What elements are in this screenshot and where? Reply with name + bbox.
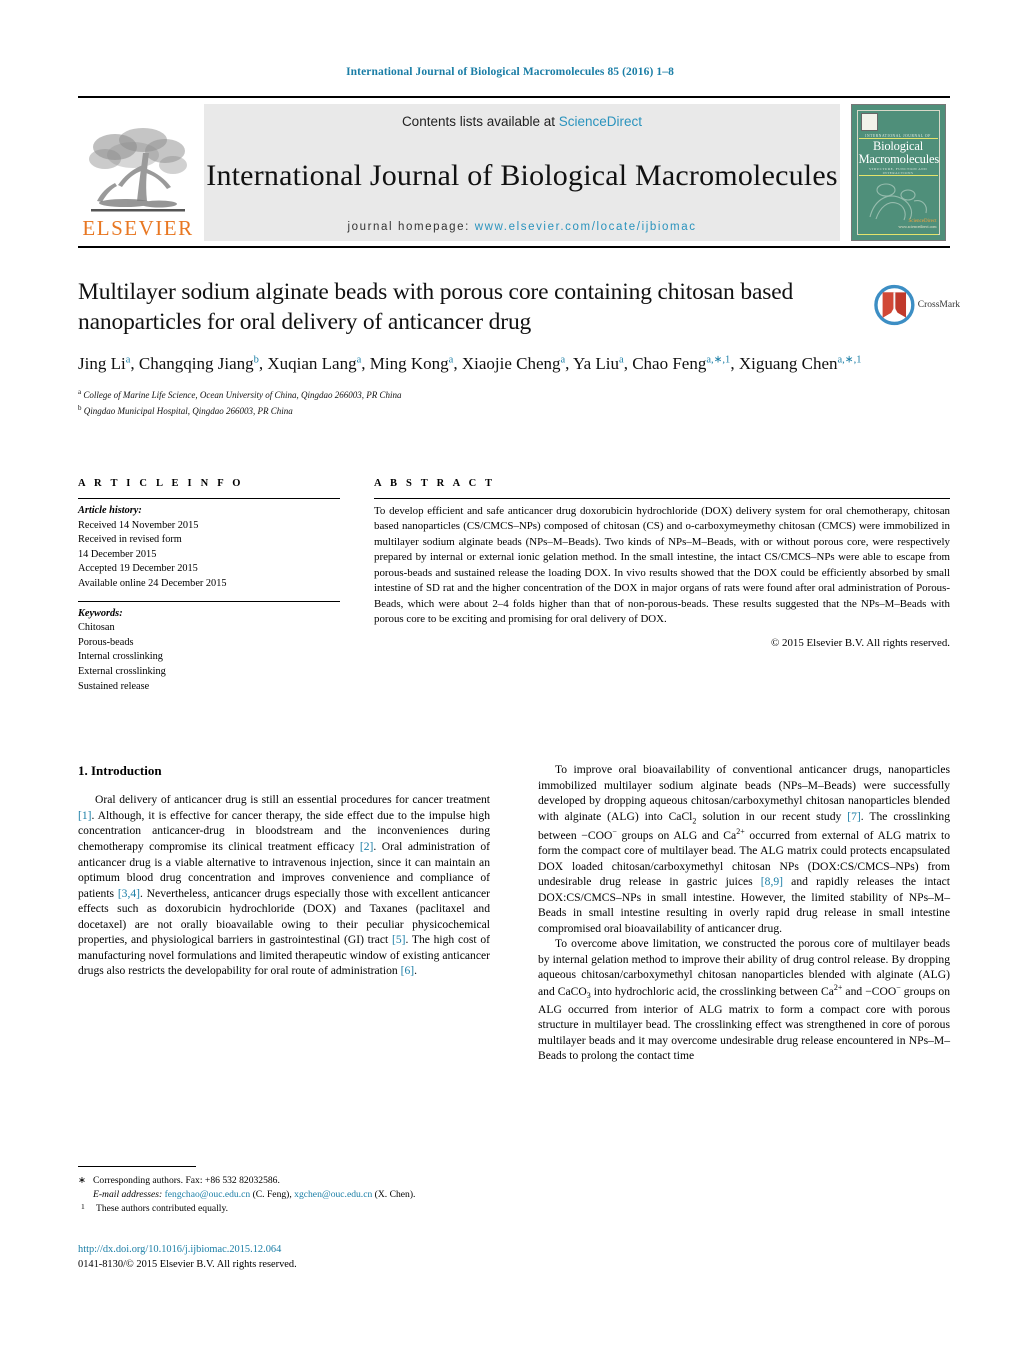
elsevier-tree-icon: [89, 128, 187, 212]
author-list: Jing Lia, Changqing Jiangb, Xuqian Langa…: [78, 353, 862, 373]
elsevier-wordmark: ELSEVIER: [82, 216, 194, 240]
sciencedirect-link[interactable]: ScienceDirect: [559, 114, 642, 129]
article-info-rule: [78, 498, 340, 499]
cover-subtitle: STRUCTURE, FUNCTION AND INTERACTIONS: [868, 167, 928, 175]
elsevier-logo: ELSEVIER: [78, 104, 198, 241]
section-heading-introduction: 1. Introduction: [78, 763, 162, 778]
cover-brand-url: www.sciencedirect.com: [898, 224, 937, 229]
email-label: E-mail addresses:: [93, 1188, 163, 1200]
affiliation-mark: b: [78, 403, 82, 412]
intro-paragraph-3: To overcome above limitation, we constru…: [538, 937, 950, 1063]
journal-homepage-link[interactable]: www.elsevier.com/locate/ijbiomac: [475, 221, 697, 233]
keyword-item: Sustained release: [78, 680, 150, 692]
email-link-feng[interactable]: fengchao@ouc.edu.cn: [165, 1189, 251, 1200]
affiliation-item: a College of Marine Life Science, Ocean …: [78, 387, 868, 403]
body-column-right: To improve oral bioavailability of conve…: [538, 762, 950, 1064]
footnote-corresponding-text: Corresponding authors. Fax: +86 532 8203…: [93, 1174, 490, 1202]
journal-homepage-line: journal homepage: www.elsevier.com/locat…: [347, 221, 696, 233]
footnote-equal-text: These authors contributed equally.: [96, 1202, 229, 1214]
keyword-item: Chitosan: [78, 622, 115, 634]
cover-title-line2: Macromolecules: [858, 151, 940, 166]
abstract-copyright: © 2015 Elsevier B.V. All rights reserved…: [771, 636, 950, 649]
abstract-column: A B S T R A C T To develop efficient and…: [374, 478, 950, 694]
history-item: Available online 24 December 2015: [78, 578, 227, 590]
page-title: Multilayer sodium alginate beads with po…: [78, 279, 794, 335]
keywords-label: Keywords:: [78, 607, 123, 619]
keyword-item: Internal crosslinking: [78, 651, 163, 663]
affiliation-list: a College of Marine Life Science, Ocean …: [78, 387, 868, 419]
history-item: 14 December 2015: [78, 548, 157, 560]
abstract-heading: A B S T R A C T: [374, 478, 496, 489]
contents-prefix: Contents lists available at: [401, 114, 559, 129]
abstract-rule: [374, 498, 950, 499]
intro-paragraph-2: To improve oral bioavailability of conve…: [538, 763, 951, 935]
cover-rule-mid: [858, 175, 938, 176]
history-item: Received in revised form: [78, 534, 182, 546]
footnote-block: ∗ Corresponding authors. Fax: +86 532 82…: [78, 1166, 490, 1216]
history-item: Accepted 19 December 2015: [78, 563, 198, 575]
affiliation-item: b Qingdao Municipal Hospital, Qingdao 26…: [78, 403, 868, 419]
info-abstract-section: A R T I C L E I N F O Article history: R…: [78, 478, 950, 694]
cover-sciencedirect-brand: ScienceDirect www.sciencedirect.com: [898, 218, 936, 229]
footnote-mark-asterisk: ∗: [78, 1175, 87, 1186]
affiliation-mark: a: [78, 387, 82, 396]
doi-link[interactable]: http://dx.doi.org/10.1016/j.ijbiomac.201…: [78, 1243, 578, 1258]
email-owner-feng: (C. Feng),: [252, 1188, 292, 1200]
contents-available-line: Contents lists available at ScienceDirec…: [402, 114, 642, 129]
article-info-heading: A R T I C L E I N F O: [78, 478, 244, 489]
cover-title: Biological Macromolecules: [858, 140, 940, 166]
crossmark-icon: [874, 284, 915, 326]
history-item: Received 14 November 2015: [78, 519, 199, 531]
crossmark-badge[interactable]: CrossMark: [874, 282, 960, 328]
crossmark-label: CrossMark: [917, 300, 960, 310]
article-info-column: A R T I C L E I N F O Article history: R…: [78, 478, 340, 694]
journal-cover-thumbnail: INTERNATIONAL JOURNAL OF Biological Macr…: [846, 104, 950, 241]
email-owner-chen: (X. Chen).: [374, 1188, 416, 1200]
abstract-text: To develop efficient and safe anticancer…: [374, 505, 950, 626]
cover-elsevier-badge: [860, 113, 878, 131]
article-body: 1. Introduction Oral delivery of antican…: [78, 762, 950, 1064]
keywords-rule: [78, 600, 340, 602]
keyword-item: Porous-beads: [78, 636, 134, 648]
corresponding-line: Corresponding authors. Fax: +86 532 8203…: [93, 1175, 280, 1186]
journal-masthead: ELSEVIER Contents lists available at Sci…: [78, 96, 950, 248]
footer-doi-block: http://dx.doi.org/10.1016/j.ijbiomac.201…: [78, 1243, 578, 1273]
footnote-rule: [78, 1166, 196, 1167]
masthead-center-band: Contents lists available at ScienceDirec…: [204, 104, 840, 241]
journal-title: International Journal of Biological Macr…: [206, 159, 838, 192]
article-history-block: Article history: Received 14 November 20…: [78, 504, 340, 592]
body-column-left: 1. Introduction Oral delivery of antican…: [78, 762, 490, 1064]
keywords-block: Keywords: Chitosan Porous-beads Internal…: [78, 607, 340, 695]
homepage-prefix: journal homepage:: [347, 221, 475, 233]
intro-paragraph-1: Oral delivery of anticancer drug is stil…: [78, 793, 490, 978]
affiliation-text: College of Marine Life Science, Ocean Un…: [83, 389, 402, 400]
footnote-equal-contribution: 1 These authors contributed equally.: [78, 1202, 490, 1216]
email-link-chen[interactable]: xgchen@ouc.edu.cn: [294, 1189, 372, 1200]
affiliation-text: Qingdao Municipal Hospital, Qingdao 2660…: [83, 405, 293, 416]
article-history-label: Article history:: [78, 505, 142, 516]
cover-rule-bottom: [858, 234, 938, 235]
keyword-item: External crosslinking: [78, 666, 166, 678]
article-head: Multilayer sodium alginate beads with po…: [78, 278, 868, 419]
running-head: International Journal of Biological Macr…: [346, 66, 674, 78]
journal-article-page: International Journal of Biological Macr…: [0, 0, 1020, 1351]
footnote-corresponding: ∗ Corresponding authors. Fax: +86 532 82…: [78, 1174, 490, 1202]
issn-copyright-line: 0141-8130/© 2015 Elsevier B.V. All right…: [78, 1258, 297, 1270]
cover-image: INTERNATIONAL JOURNAL OF Biological Macr…: [850, 104, 946, 241]
footnote-mark-one: 1: [81, 1201, 85, 1211]
